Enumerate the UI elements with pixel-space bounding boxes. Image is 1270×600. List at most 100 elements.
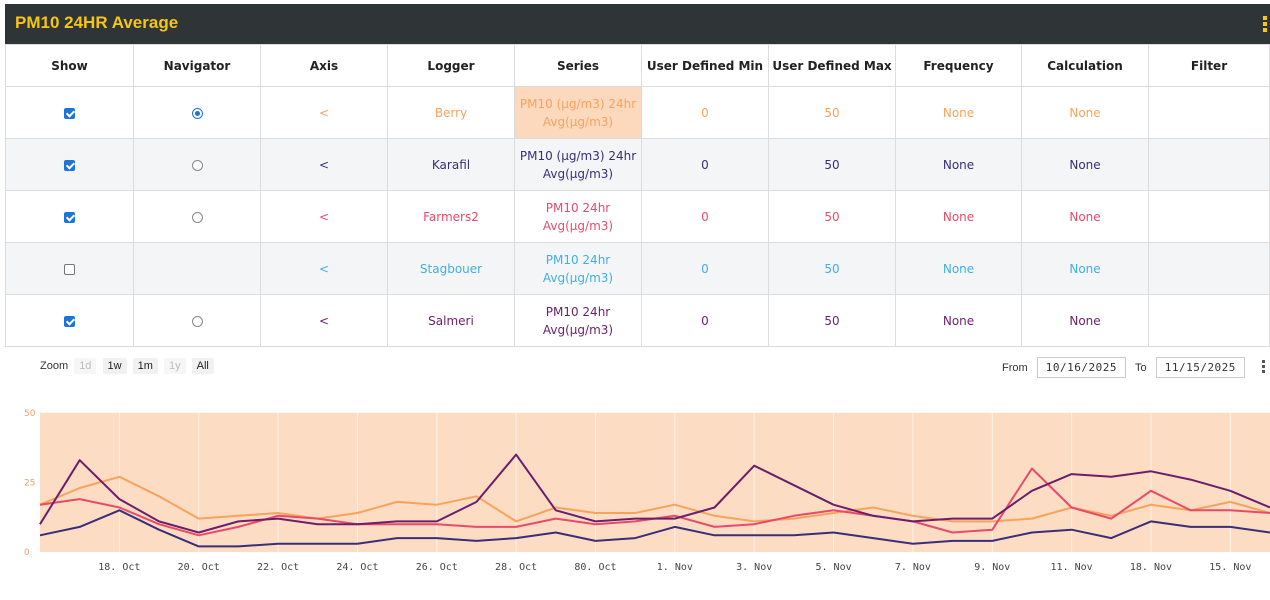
- column-header-user-defined-min[interactable]: User Defined Min: [641, 44, 769, 87]
- frequency-cell[interactable]: None: [895, 190, 1022, 243]
- filter-cell[interactable]: [1148, 138, 1270, 191]
- navigator-cell: [133, 86, 261, 139]
- axis-value[interactable]: <: [319, 158, 329, 172]
- axis-cell[interactable]: <: [260, 190, 388, 243]
- vertical-ellipsis-icon[interactable]: [1263, 16, 1267, 34]
- user-defined-max-cell[interactable]: 50: [768, 138, 896, 191]
- zoom-1d-button[interactable]: 1d: [74, 358, 97, 374]
- series-name-line2: Avg(µg/m3): [542, 114, 614, 129]
- calculation-value: None: [1069, 209, 1101, 224]
- column-header-frequency[interactable]: Frequency: [895, 44, 1022, 87]
- column-header-show[interactable]: Show: [5, 44, 134, 87]
- frequency-cell[interactable]: None: [895, 242, 1022, 295]
- user-defined-min-cell[interactable]: 0: [641, 86, 769, 139]
- series-name-line2: Avg(µg/m3): [542, 270, 614, 285]
- user-defined-min-value: 0: [701, 261, 709, 276]
- axis-cell[interactable]: <: [260, 242, 388, 295]
- x-tick-label: 11. Nov: [1051, 562, 1093, 573]
- calculation-cell[interactable]: None: [1021, 86, 1149, 139]
- show-checkbox[interactable]: [64, 107, 75, 119]
- user-defined-max-cell[interactable]: 50: [768, 190, 896, 243]
- show-checkbox[interactable]: [64, 315, 75, 327]
- frequency-value: None: [942, 209, 975, 224]
- navigator-cell: [133, 138, 261, 191]
- calculation-cell[interactable]: None: [1021, 294, 1149, 347]
- axis-cell[interactable]: <: [260, 138, 388, 191]
- user-defined-min-cell[interactable]: 0: [641, 242, 769, 295]
- navigator-radio[interactable]: [191, 159, 203, 171]
- panel-header: PM10 24HR Average: [5, 4, 1270, 44]
- series-name-line2: Avg(µg/m3): [542, 166, 614, 181]
- calculation-cell[interactable]: None: [1021, 190, 1149, 243]
- show-checkbox[interactable]: [64, 159, 75, 171]
- frequency-cell[interactable]: None: [895, 86, 1022, 139]
- x-tick-label: 9. Nov: [974, 562, 1010, 573]
- show-cell: [5, 294, 134, 347]
- calculation-cell[interactable]: None: [1021, 242, 1149, 295]
- show-cell: [5, 242, 134, 295]
- navigator-radio[interactable]: [191, 211, 203, 223]
- x-tick-label: 1. Nov: [657, 562, 693, 573]
- user-defined-min-cell[interactable]: 0: [641, 138, 769, 191]
- x-tick-label: 15. Nov: [1209, 562, 1251, 573]
- series-name-line1: PM10 24hr: [545, 252, 611, 267]
- x-tick-label: 7. Nov: [895, 562, 931, 573]
- x-tick-label: 5. Nov: [815, 562, 851, 573]
- table-header-row: Show Navigator Axis Logger Series User D…: [5, 44, 1270, 87]
- zoom-1w-button[interactable]: 1w: [102, 358, 127, 374]
- show-checkbox[interactable]: [64, 263, 75, 275]
- y-tick-label: 0: [24, 548, 30, 558]
- column-header-logger[interactable]: Logger: [387, 44, 515, 87]
- from-label: From: [1001, 361, 1028, 374]
- user-defined-max-cell[interactable]: 50: [768, 294, 896, 347]
- user-defined-max-cell[interactable]: 50: [768, 86, 896, 139]
- filter-cell[interactable]: [1148, 242, 1270, 295]
- table-row[interactable]: < Berry PM10 (µg/m3) 24hr Avg(µg/m3) 0 50 None…: [5, 86, 1270, 139]
- chart-menu-icon[interactable]: [1262, 360, 1265, 375]
- from-date-input[interactable]: 10/16/2025: [1036, 357, 1126, 378]
- axis-cell[interactable]: <: [260, 294, 388, 347]
- logger-name: Salmeri: [428, 313, 474, 328]
- table-row[interactable]: < Farmers2 PM10 24hr Avg(µg/m3) 0 50 None None: [5, 190, 1270, 243]
- x-tick-label: 22. Oct: [257, 562, 299, 573]
- zoom-1m-button[interactable]: 1m: [132, 358, 158, 374]
- column-header-axis[interactable]: Axis: [260, 44, 388, 87]
- x-tick-label: 3. Nov: [736, 562, 772, 573]
- navigator-cell: [133, 242, 261, 295]
- column-header-calculation[interactable]: Calculation: [1021, 44, 1149, 87]
- axis-cell[interactable]: <: [260, 86, 388, 139]
- show-cell: [5, 138, 134, 191]
- column-header-user-defined-max[interactable]: User Defined Max: [768, 44, 896, 87]
- user-defined-max-value: 50: [824, 261, 840, 276]
- zoom-all-button[interactable]: All: [191, 358, 214, 374]
- filter-cell[interactable]: [1148, 86, 1270, 139]
- to-date-input[interactable]: 11/15/2025: [1155, 357, 1245, 378]
- axis-value[interactable]: <: [319, 210, 329, 224]
- zoom-1y-button[interactable]: 1y: [163, 358, 186, 374]
- filter-cell[interactable]: [1148, 294, 1270, 347]
- table-row[interactable]: < Stagbouer PM10 24hr Avg(µg/m3) 0 50 None None: [5, 242, 1270, 295]
- logger-name: Stagbouer: [419, 261, 483, 276]
- filter-cell[interactable]: [1148, 190, 1270, 243]
- user-defined-max-cell[interactable]: 50: [768, 242, 896, 295]
- navigator-cell: [133, 190, 261, 243]
- navigator-radio[interactable]: [191, 107, 203, 119]
- frequency-cell[interactable]: None: [895, 294, 1022, 347]
- user-defined-min-cell[interactable]: 0: [641, 190, 769, 243]
- navigator-radio[interactable]: [191, 315, 203, 327]
- y-tick-label: 25: [24, 478, 35, 488]
- frequency-cell[interactable]: None: [895, 138, 1022, 191]
- calculation-cell[interactable]: None: [1021, 138, 1149, 191]
- column-header-navigator[interactable]: Navigator: [133, 44, 261, 87]
- axis-value[interactable]: <: [319, 106, 329, 120]
- table-row[interactable]: < Salmeri PM10 24hr Avg(µg/m3) 0 50 None None: [5, 294, 1270, 347]
- axis-value[interactable]: <: [319, 314, 329, 328]
- user-defined-min-cell[interactable]: 0: [641, 294, 769, 347]
- x-tick-label: 80. Oct: [574, 562, 616, 573]
- column-header-filter[interactable]: Filter: [1148, 44, 1270, 87]
- show-checkbox[interactable]: [64, 211, 75, 223]
- axis-value[interactable]: <: [319, 262, 329, 276]
- series-cell: PM10 24hr Avg(µg/m3): [514, 242, 642, 295]
- table-row[interactable]: < Karafil PM10 (µg/m3) 24hr Avg(µg/m3) 0 50 No…: [5, 138, 1270, 191]
- column-header-series[interactable]: Series: [514, 44, 642, 87]
